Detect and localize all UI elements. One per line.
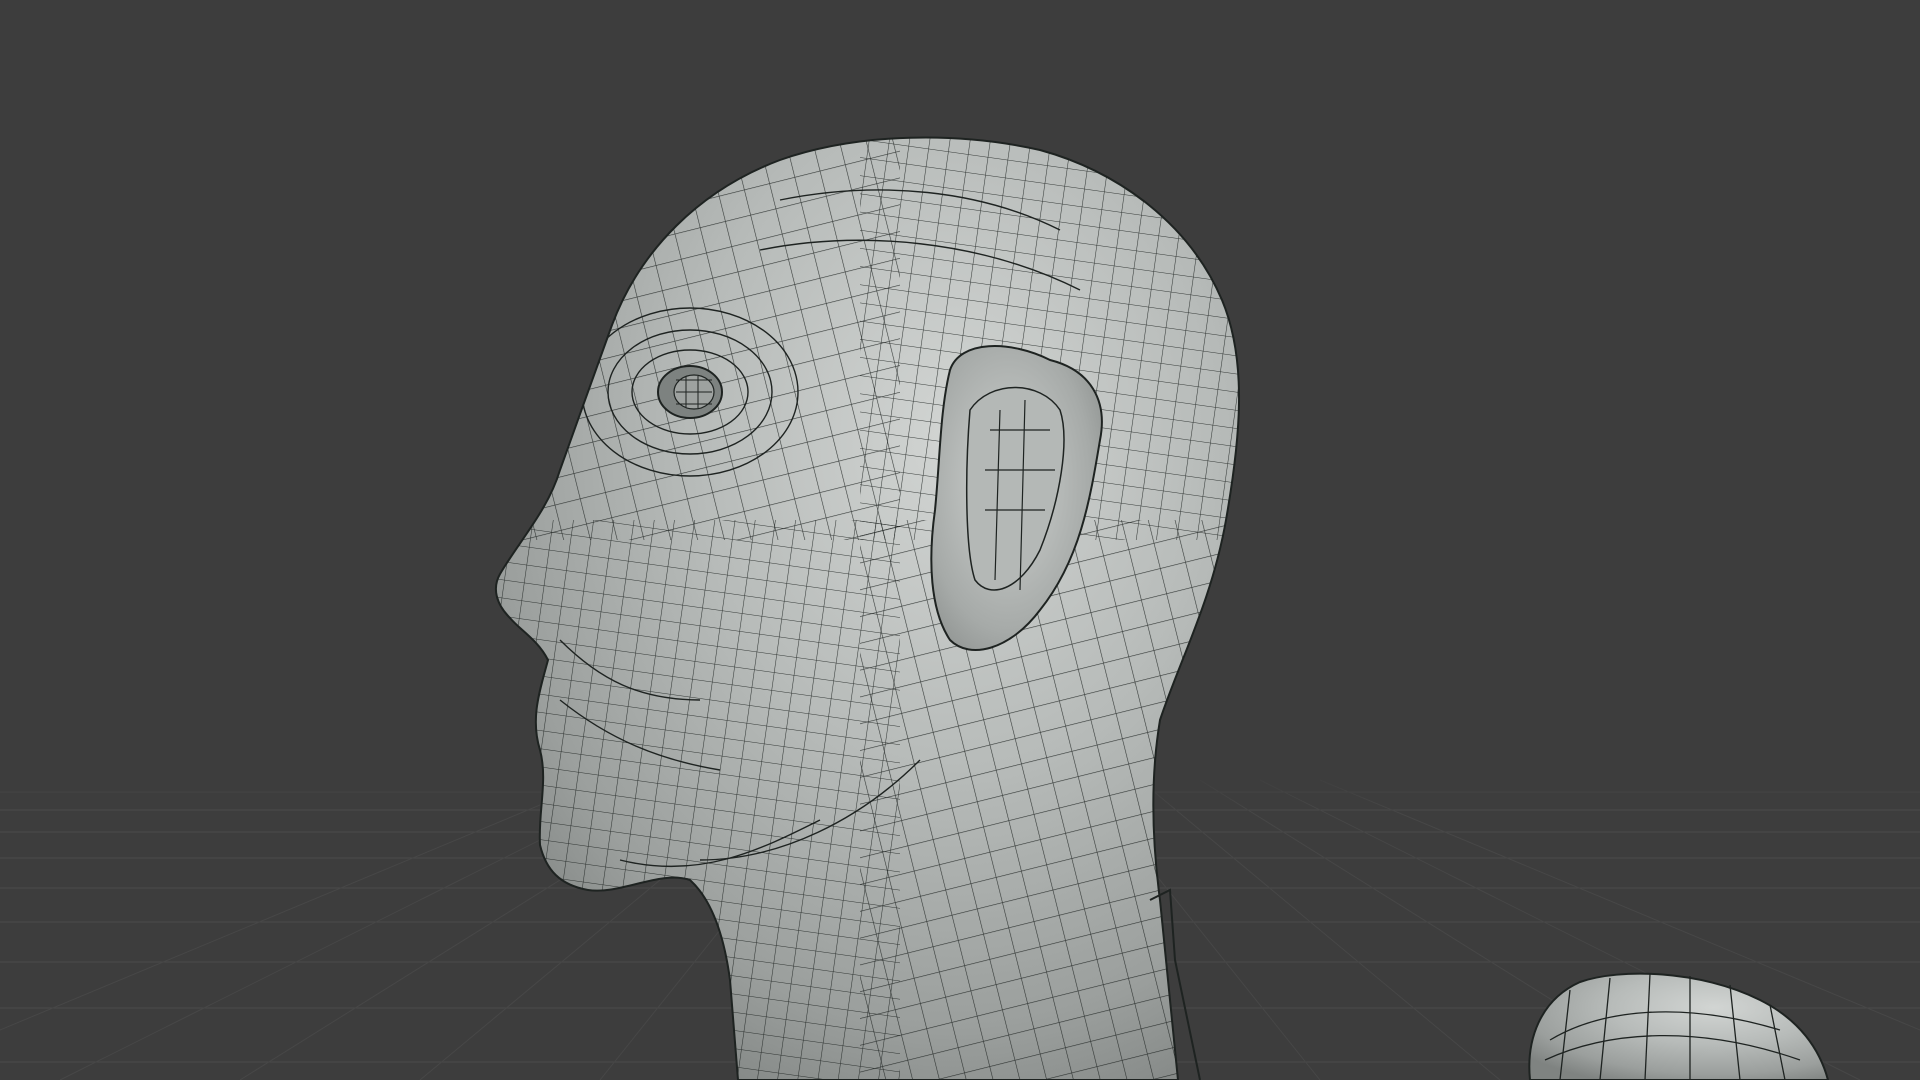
head-wireframe <box>495 137 1240 1080</box>
secondary-mesh-partial[interactable] <box>1528 972 1830 1080</box>
head-mesh[interactable] <box>480 120 1280 1080</box>
eye-socket <box>657 365 723 419</box>
viewport-canvas[interactable] <box>0 0 1920 1080</box>
3d-viewport[interactable] <box>0 0 1920 1080</box>
